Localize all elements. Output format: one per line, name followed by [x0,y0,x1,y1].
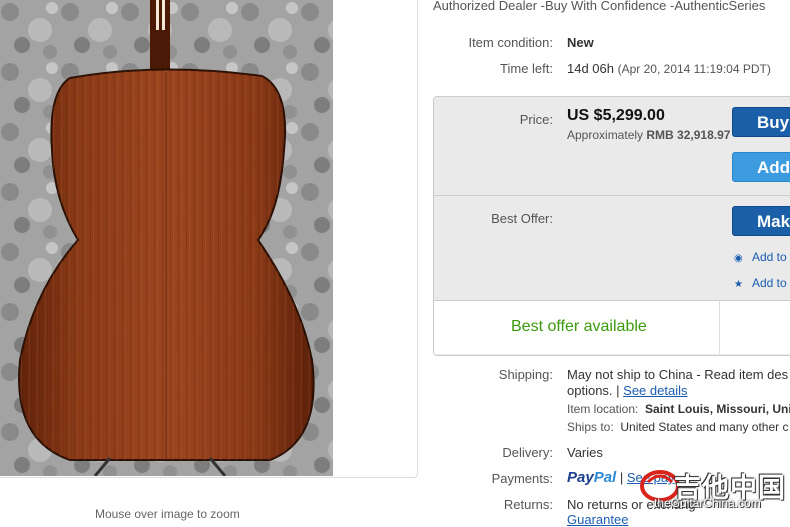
shipping-label: Shipping: [498,367,553,382]
zoom-hint: Mouse over image to zoom [95,507,240,521]
price-value: US $5,299.00 [567,107,665,124]
approx-value: RMB 32,918.97 [646,128,731,142]
make-offer-button[interactable]: Make [732,206,790,236]
best-offer-label: Best Offer: [491,211,553,226]
shipping-options-text: options. [567,383,613,398]
location-value: Saint Louis, Missouri, Unit [645,402,790,416]
watermark-url: theGuitarChina.com [654,496,761,510]
add-to-watchlist-link[interactable]: ◉ Add to [734,250,787,264]
time-left-value: 14d 06h (Apr 20, 2014 11:19:04 PDT) [567,61,771,76]
star-icon: ★ [734,279,743,290]
add-to-collection-link[interactable]: ★ Add to [734,276,787,290]
offer-separator [719,301,720,354]
guarantee-link-wrap: Guarantee [567,512,628,527]
paypal-pay: Pay [567,469,594,486]
guitar-back-image [0,0,333,476]
box-divider [433,195,790,196]
payments-separator: | [619,470,624,485]
shipping-line2: options. | See details [567,383,688,398]
ships-to: Ships to: United States and many other c [567,420,788,434]
buy-it-now-button[interactable]: Buy [732,107,790,137]
approx-prefix: Approximately [567,128,644,142]
returns-label: Returns: [503,497,553,512]
eye-icon: ◉ [734,253,743,264]
paypal-logo: PayPal [567,469,616,486]
seller-note: Authorized Dealer -Buy With Confidence -… [433,0,766,13]
watch-label: Add to [752,250,787,264]
guarantee-link[interactable]: Guarantee [567,512,628,527]
paypal-pal: Pal [593,469,617,486]
price-label: Price: [519,112,553,127]
condition-value: New [567,35,594,50]
time-left-remaining: 14d 06h [567,61,614,76]
collection-label: Add to [752,276,787,290]
shipping-line1: May not ship to China - Read item des [567,367,789,382]
see-details-link[interactable]: See details [623,383,687,398]
time-left-end: (Apr 20, 2014 11:19:04 PDT) [617,62,771,76]
price-approx: Approximately RMB 32,918.97 [567,128,730,142]
delivery-value: Varies [567,445,603,460]
payments-label: Payments: [491,471,553,486]
best-offer-available: Best offer available [511,318,647,335]
delivery-label: Delivery: [502,445,553,460]
ships-to-value: United States and many other c [620,420,789,434]
item-location: Item location: Saint Louis, Missouri, Un… [567,402,790,416]
time-left-label: Time left: [500,61,553,76]
ships-to-label: Ships to: [567,420,614,434]
product-image[interactable] [0,0,333,476]
condition-label: Item condition: [468,35,553,50]
add-to-cart-button[interactable]: Add [732,152,790,182]
location-label: Item location: [567,402,639,416]
